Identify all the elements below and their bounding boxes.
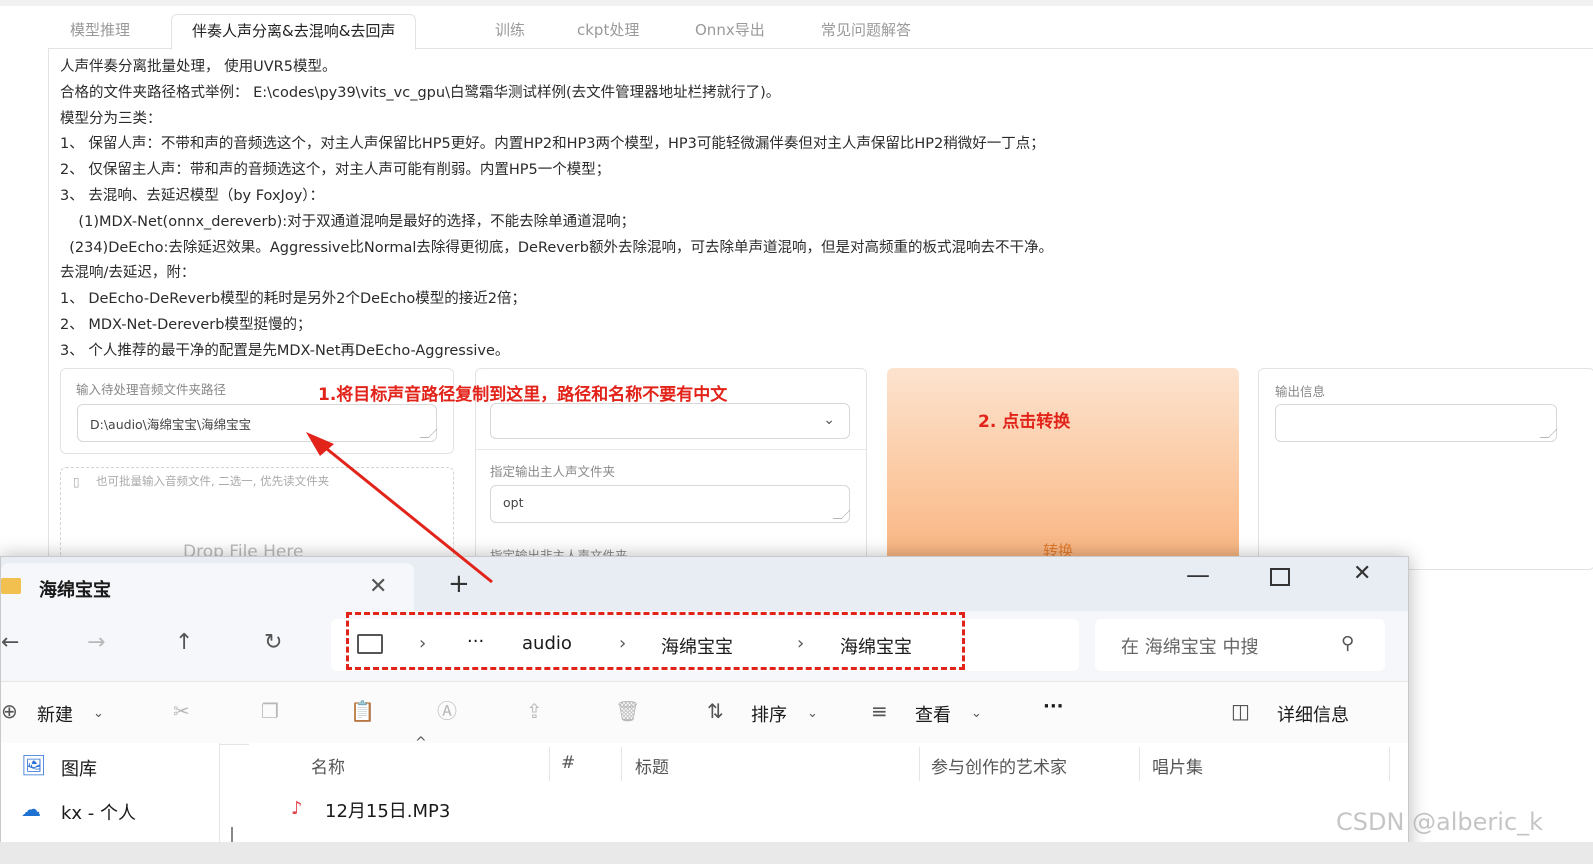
watermark: CSDN @alberic_k (1336, 808, 1544, 836)
arrow-line (321, 443, 493, 584)
bottom-strip (0, 842, 1593, 864)
annotation-arrow (306, 432, 493, 584)
